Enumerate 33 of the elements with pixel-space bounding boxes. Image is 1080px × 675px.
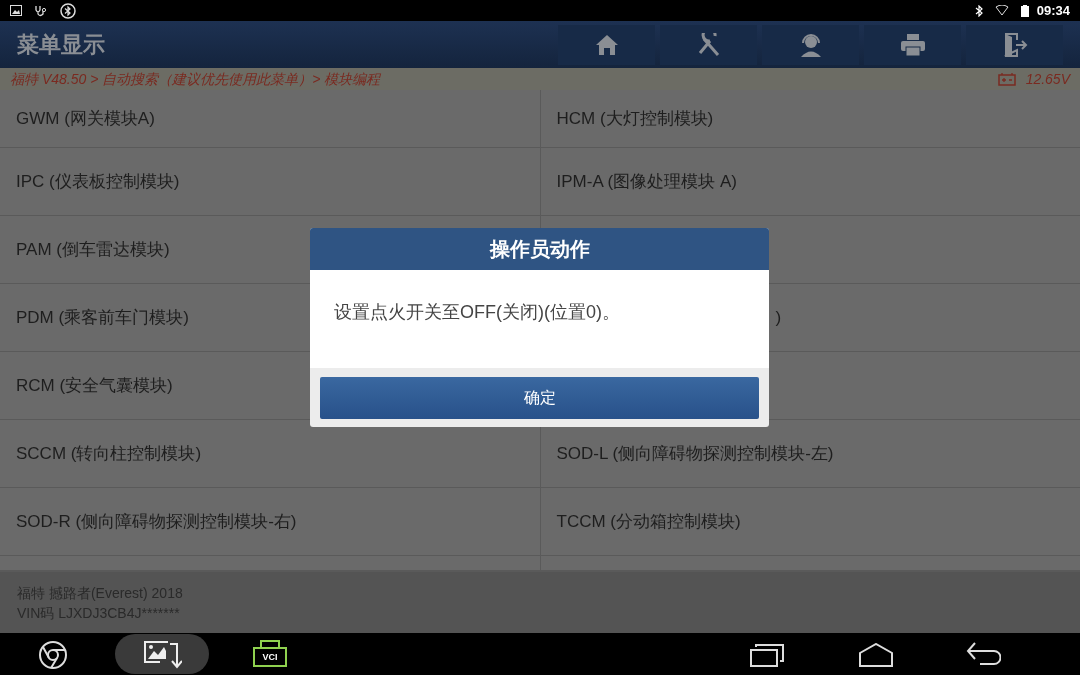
stethoscope-icon [34,4,48,17]
clock-time: 09:34 [1036,1,1070,20]
tools-button[interactable] [660,24,757,65]
menu-item[interactable]: GWM (网关模块A) [0,90,540,147]
menu-item[interactable]: SCCM (转向柱控制模块) [0,420,540,487]
battery-icon [1020,4,1029,17]
breadcrumb-path: 福特 V48.50 > 自动搜索（建议优先使用此菜单）> 模块编程 [10,69,382,89]
screenshot-button[interactable] [115,634,209,674]
browser-icon[interactable] [38,640,68,670]
wifi-icon [994,5,1009,16]
bluetooth-circle-icon [60,2,76,19]
image-icon [10,5,22,16]
home-nav-icon[interactable] [859,643,893,667]
home-icon [594,33,619,56]
recent-apps-icon[interactable] [750,643,786,667]
menu-item[interactable]: TCCM (分动箱控制模块) [540,488,1080,555]
back-icon[interactable] [966,642,1001,667]
menu-item[interactable]: HCM (大灯控制模块) [540,90,1080,147]
home-button[interactable] [558,24,655,65]
battery-voltage: 12.65V [1025,69,1070,89]
print-button[interactable] [864,24,961,65]
page-title: 菜单显示 [17,31,106,59]
confirm-button[interactable]: 确定 [320,376,759,419]
menu-item[interactable]: SOD-R (侧向障碍物探测控制模块-右) [0,488,540,555]
menu-item[interactable]: IPC (仪表板控制模块) [0,148,540,215]
bluetooth-icon [974,4,983,17]
battery-icon [997,72,1016,86]
exit-button[interactable] [966,24,1063,65]
printer-icon [899,32,926,57]
image-download-icon [142,639,182,669]
support-button[interactable] [762,24,859,65]
menu-item[interactable]: IPM-A (图像处理模块 A) [540,148,1080,215]
menu-item[interactable]: SOD-L (侧向障碍物探测控制模块-左) [540,420,1080,487]
